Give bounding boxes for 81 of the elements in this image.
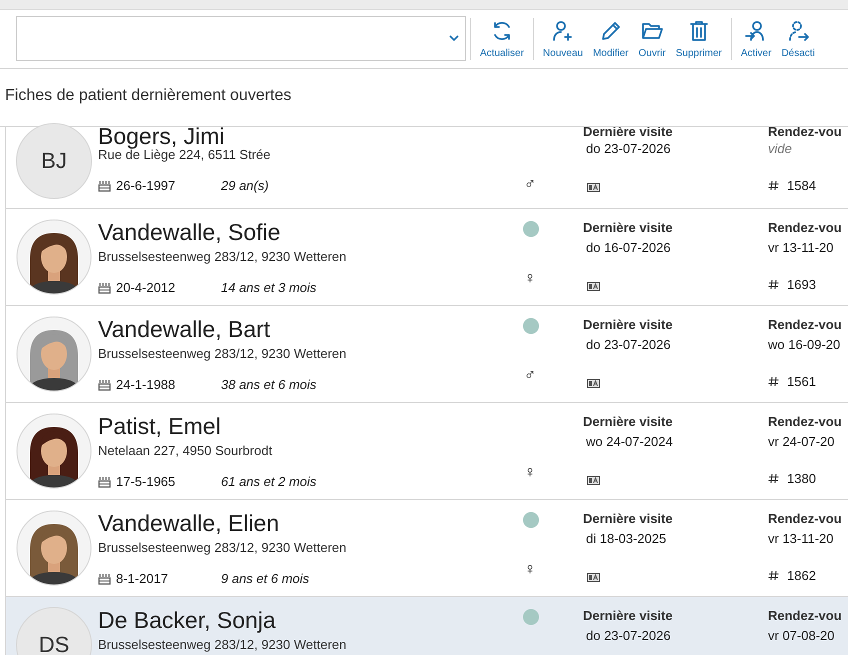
appointment-label: Rendez-vou bbox=[768, 220, 843, 235]
chevron-down-icon bbox=[449, 35, 459, 42]
hash-icon bbox=[768, 473, 779, 484]
cake-icon bbox=[98, 572, 111, 584]
birth-date: 26-6-1997 bbox=[116, 178, 176, 193]
appointment-label: Rendez-vou bbox=[768, 608, 843, 623]
add-user-icon bbox=[550, 19, 575, 43]
patient-name: De Backer, Sonja bbox=[98, 606, 277, 635]
birth-date: 24-1-1988 bbox=[116, 377, 176, 392]
gender-symbol: ♂ bbox=[524, 368, 537, 384]
birth-date: 20-4-2012 bbox=[116, 280, 176, 295]
patient-name: Vandewalle, Sofie bbox=[98, 218, 282, 247]
hash-icon bbox=[768, 279, 779, 290]
birth-date: 8-1-2017 bbox=[116, 571, 170, 586]
toolbar-button[interactable]: Actualiser bbox=[475, 10, 529, 68]
patient-name: Vandewalle, Bart bbox=[98, 315, 272, 344]
patient-selector[interactable] bbox=[16, 16, 466, 61]
patient-age: 9 ans et 6 mois bbox=[221, 571, 310, 586]
initials-avatar: DS bbox=[16, 607, 92, 655]
hash-icon bbox=[768, 570, 779, 581]
patient-address: Brusselsesteenweg 283/12, 9230 Wetteren bbox=[98, 346, 348, 361]
last-visit-label: Dernière visite bbox=[583, 414, 674, 429]
cake-icon bbox=[98, 476, 111, 488]
patient-age: 29 an(s) bbox=[221, 178, 269, 193]
appointment-date: wo 16-09-20 bbox=[768, 337, 842, 352]
appointment-label: Rendez-vou bbox=[768, 317, 843, 332]
patient-number: 1693 bbox=[787, 277, 816, 292]
cake-icon bbox=[98, 282, 111, 294]
appointment-label: Rendez-vou bbox=[768, 511, 843, 526]
gender-symbol: ♀ bbox=[524, 562, 537, 578]
id-card-icon bbox=[587, 282, 600, 291]
initials-avatar: BJ bbox=[16, 123, 92, 199]
last-visit-date: do 16-07-2026 bbox=[585, 240, 672, 255]
gender-symbol: ♀ bbox=[524, 271, 537, 287]
last-visit-label: Dernière visite bbox=[583, 317, 674, 332]
patient-card[interactable]: DS De Backer, Sonja Brusselsesteenweg 283/12, 9230 Wetteren Dernière visite do 23-07-2026 Rendez-vou vr 07-08-20 bbox=[6, 597, 848, 655]
appointment-date: vr 13-11-20 bbox=[768, 240, 835, 255]
patient-address: Brusselsesteenweg 283/12, 9230 Wetteren bbox=[98, 249, 348, 264]
last-visit-label: Dernière visite bbox=[583, 608, 674, 623]
patient-age: 61 ans et 2 mois bbox=[221, 474, 316, 489]
patient-number: 1862 bbox=[787, 568, 816, 583]
toolbar-button[interactable]: Nouveau bbox=[538, 10, 588, 68]
appointment-date: vr 07-08-20 bbox=[768, 628, 836, 643]
hash-icon bbox=[768, 376, 779, 387]
appointment-date: vide bbox=[768, 141, 793, 156]
gender-symbol: ♀ bbox=[524, 465, 537, 481]
patient-number: 1584 bbox=[787, 178, 816, 193]
toolbar-button[interactable]: Ouvrir bbox=[634, 10, 671, 68]
toolbar-button[interactable]: Supprimer bbox=[670, 10, 727, 68]
appointment-date: vr 13-11-20 bbox=[768, 531, 835, 546]
toolbar-button[interactable]: Activer bbox=[736, 10, 776, 68]
cake-icon bbox=[98, 180, 111, 192]
id-card-icon bbox=[587, 379, 600, 388]
patient-name: Vandewalle, Elien bbox=[98, 509, 280, 538]
appointment-date: vr 24-07-20 bbox=[768, 434, 836, 449]
toolbar-button[interactable]: Désacti bbox=[776, 10, 820, 68]
last-visit-label: Dernière visite bbox=[583, 220, 674, 235]
last-visit-date: do 23-07-2026 bbox=[585, 141, 672, 156]
toolbar-button[interactable]: Modifier bbox=[588, 10, 634, 68]
hash-icon bbox=[768, 180, 779, 191]
patient-age: 38 ans et 6 mois bbox=[221, 377, 316, 392]
last-visit-label: Dernière visite bbox=[583, 511, 674, 526]
gender-symbol: ♂ bbox=[524, 177, 537, 193]
patient-number: 1380 bbox=[787, 471, 816, 486]
patient-number: 1561 bbox=[787, 374, 816, 389]
last-visit-date: do 23-07-2026 bbox=[585, 628, 672, 643]
cake-icon bbox=[98, 378, 111, 390]
last-visit-date: do 23-07-2026 bbox=[585, 337, 672, 352]
birth-date: 17-5-1965 bbox=[116, 474, 176, 489]
id-card-icon bbox=[587, 476, 600, 485]
last-visit-date: di 18-03-2025 bbox=[585, 531, 668, 546]
last-visit-date: wo 24-07-2024 bbox=[585, 434, 674, 449]
patient-address: Brusselsesteenweg 283/12, 9230 Wetteren bbox=[98, 637, 348, 652]
id-card-icon bbox=[587, 573, 600, 582]
patient-address: Brusselsesteenweg 283/12, 9230 Wetteren bbox=[98, 540, 348, 555]
id-card-icon bbox=[587, 183, 600, 192]
user-dashed-icon bbox=[786, 19, 810, 43]
patient-name: Patist, Emel bbox=[98, 412, 222, 441]
patient-address: Netelaan 227, 4950 Sourbrodt bbox=[98, 443, 274, 458]
patient-age: 14 ans et 3 mois bbox=[221, 280, 316, 295]
appointment-label: Rendez-vou bbox=[768, 414, 843, 429]
